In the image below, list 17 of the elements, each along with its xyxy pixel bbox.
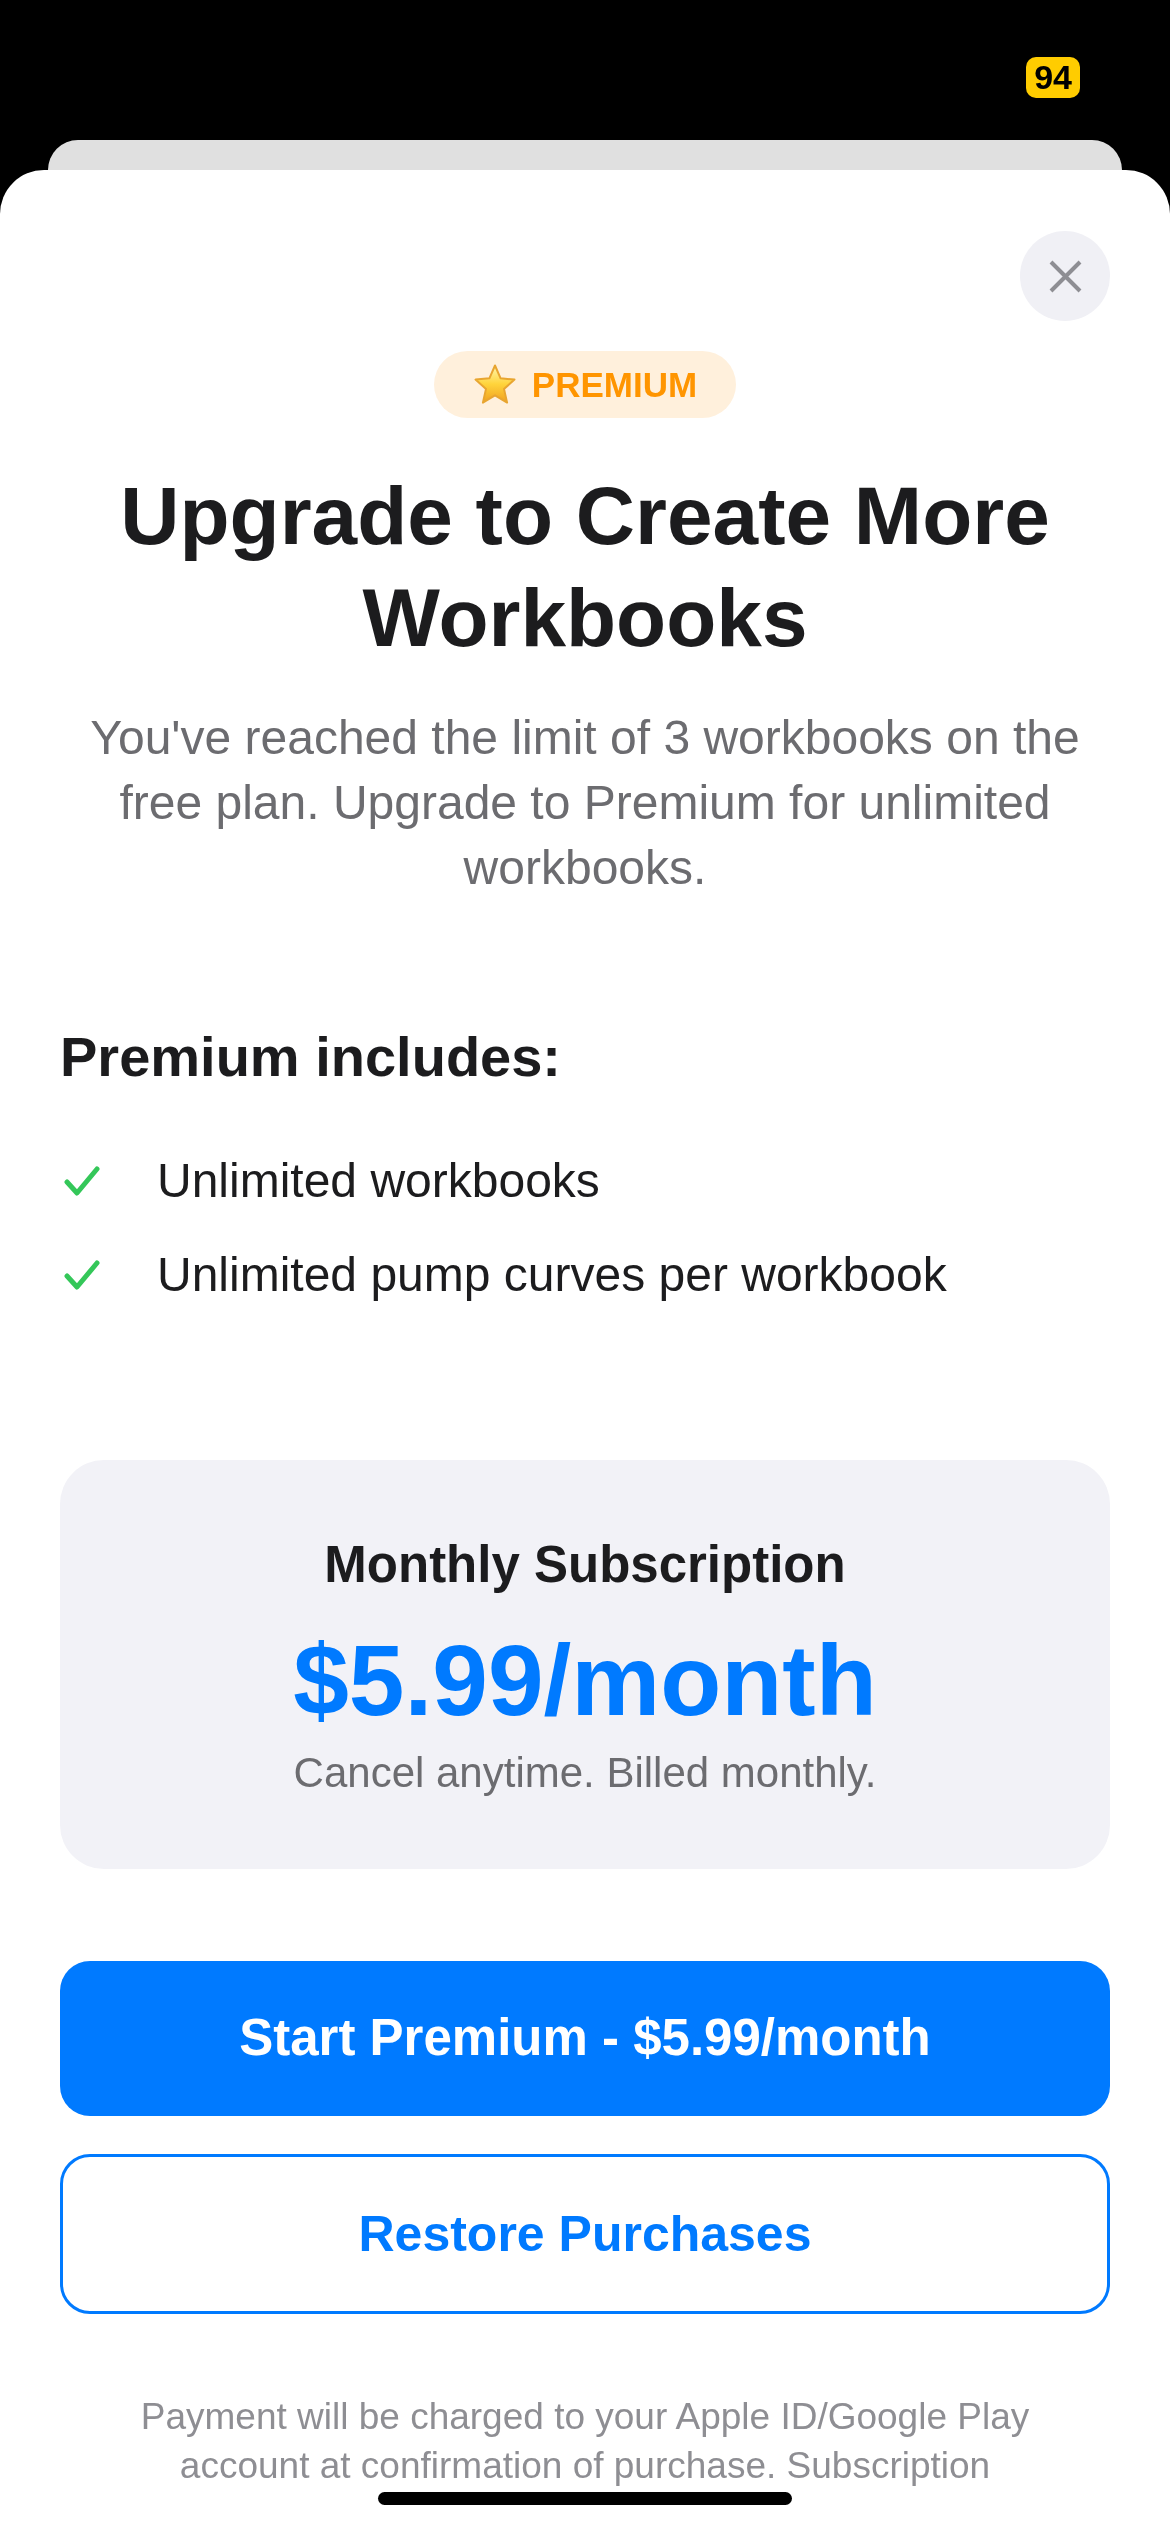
feature-item: Unlimited workbooks [157, 1153, 600, 1209]
check-icon [64, 1259, 100, 1291]
check-icon [64, 1165, 100, 1197]
limit-description: You've reached the limit of 3 workbooks on the free plan. Upgrade to Premium for unlimited workbooks. [89, 710, 1081, 896]
close-icon [1048, 259, 1082, 293]
plan-price: $5.99/month [293, 1625, 877, 1735]
start-premium-button[interactable]: Start Premium - $5.99/month [60, 1961, 1110, 2116]
plan-name: Monthly Subscription [324, 1535, 846, 1595]
restore-purchases-button[interactable]: Restore Purchases [60, 2154, 1110, 2314]
feature-item: Unlimited pump curves per workbook [157, 1247, 947, 1303]
paywall-title: Upgrade to Create More Workbooks [119, 469, 1051, 665]
features-heading: Premium includes: [60, 1024, 563, 1090]
legal-text: Payment will be charged to your Apple ID/Google Play account at confirmation of purchase. Subscription [139, 2395, 1031, 2488]
star-icon [472, 363, 517, 406]
plan-note: Cancel anytime. Billed monthly. [293, 1748, 877, 1798]
battery-indicator: 94 [1026, 57, 1080, 98]
badge-label: PREMIUM [531, 367, 698, 402]
